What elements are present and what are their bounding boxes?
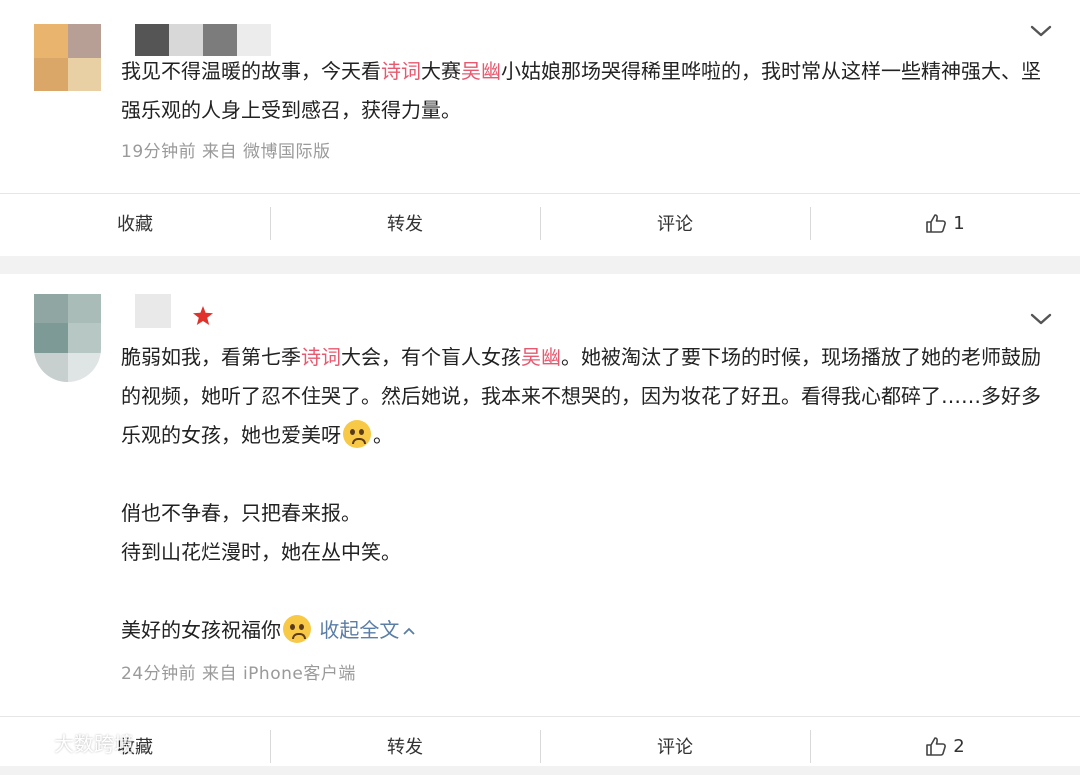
pleading-face-emoji — [343, 420, 371, 448]
hashtag-keyword[interactable]: 吴幽 — [461, 59, 501, 83]
post-paragraph: 脆弱如我，看第七季诗词大会，有个盲人女孩吴幽。她被淘汰了要下场的时候，现场播放了… — [121, 345, 1041, 448]
collapse-full-text-link[interactable]: 收起全文 — [319, 618, 416, 642]
avatar[interactable] — [34, 24, 101, 91]
avatar[interactable] — [34, 294, 101, 382]
chevron-down-icon[interactable] — [1030, 312, 1052, 326]
like-count: 2 — [953, 735, 965, 757]
like-button[interactable]: 1 — [810, 194, 1080, 252]
hashtag-keyword[interactable]: 吴幽 — [521, 345, 561, 369]
weibo-logo-icon — [11, 733, 48, 754]
hashtag-keyword[interactable]: 诗词 — [301, 345, 341, 369]
poem-line: 俏也不争春，只把春来报。 — [121, 501, 361, 525]
collect-button[interactable]: 收藏 — [0, 194, 270, 252]
post-text: 我见不得温暖的故事，今天看诗词大赛吴幽小姑娘那场哭得稀里哗啦的，我时常从这样一些… — [121, 59, 1041, 122]
avatar-pixelated — [34, 294, 101, 382]
action-bar: 收藏 转发 评论 2 — [0, 717, 1080, 775]
like-count: 1 — [953, 212, 965, 234]
post-meta: 19分钟前 来自 微博国际版 — [121, 142, 331, 162]
post-meta: 24分钟前 来自 iPhone客户端 — [121, 664, 356, 684]
post-text: 脆弱如我，看第七季诗词大会，有个盲人女孩吴幽。她被淘汰了要下场的时候，现场播放了… — [121, 338, 1051, 650]
username-redacted[interactable] — [135, 294, 171, 328]
watermark: 大数跨境 — [10, 728, 134, 757]
repost-button[interactable]: 转发 — [270, 717, 540, 775]
avatar-pixelated — [34, 24, 101, 91]
thumbs-up-icon — [926, 214, 947, 233]
hashtag-keyword[interactable]: 诗词 — [381, 59, 421, 83]
action-bar: 收藏 转发 评论 1 — [0, 194, 1080, 252]
chevron-up-icon — [403, 627, 415, 635]
comment-button[interactable]: 评论 — [540, 717, 810, 775]
closing-line: 美好的女孩祝福你 收起全文 — [121, 611, 1051, 650]
pleading-face-emoji — [283, 615, 311, 643]
repost-button[interactable]: 转发 — [270, 194, 540, 252]
poem-line: 待到山花烂漫时，她在丛中笑。 — [121, 540, 401, 564]
like-button[interactable]: 2 — [810, 717, 1080, 775]
chevron-down-icon[interactable] — [1030, 24, 1052, 38]
thumbs-up-icon — [926, 737, 947, 756]
comment-button[interactable]: 评论 — [540, 194, 810, 252]
verified-star-icon — [193, 306, 213, 325]
